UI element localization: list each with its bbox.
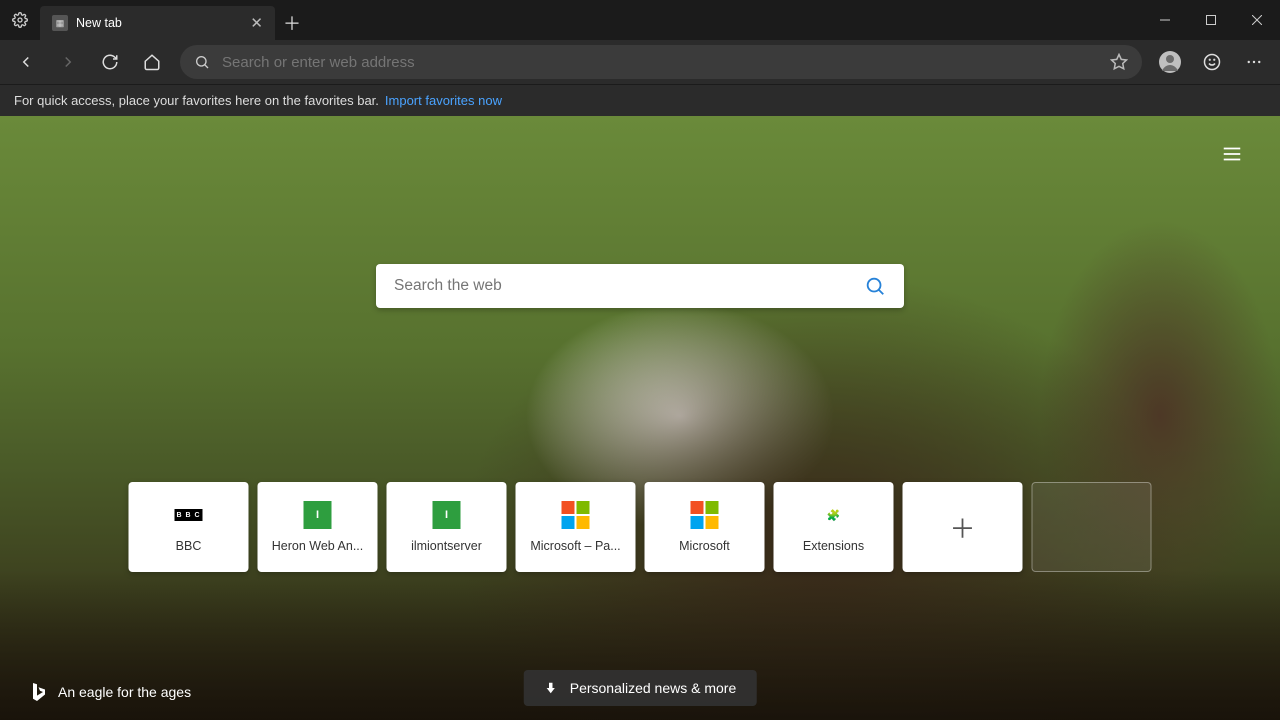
quick-links: B B C BBC I Heron Web An... Iilmiontserver Mi… bbox=[129, 482, 1152, 572]
favorites-bar-text: For quick access, place your favorites h… bbox=[14, 93, 379, 108]
news-button-label: Personalized news & more bbox=[570, 680, 737, 696]
arrow-down-icon bbox=[544, 681, 558, 695]
tab-actions-button[interactable] bbox=[0, 0, 40, 40]
quick-link-tile[interactable]: Microsoft bbox=[645, 482, 765, 572]
window-controls bbox=[1142, 0, 1280, 40]
tile-icon: B B C bbox=[175, 501, 203, 529]
quick-link-tile[interactable]: Iilmiontserver bbox=[387, 482, 507, 572]
quick-link-tile[interactable]: I Heron Web An... bbox=[258, 482, 378, 572]
forward-button[interactable] bbox=[48, 42, 88, 82]
news-expand-button[interactable]: Personalized news & more bbox=[524, 670, 757, 706]
tile-label: Heron Web An... bbox=[272, 539, 364, 553]
close-window-button[interactable] bbox=[1234, 0, 1280, 40]
web-search-icon[interactable] bbox=[864, 275, 886, 297]
image-caption[interactable]: An eagle for the ages bbox=[30, 682, 191, 702]
tile-label: ilmiontserver bbox=[411, 539, 482, 553]
titlebar: ▦ New tab ✕ ＋ bbox=[0, 0, 1280, 40]
import-favorites-link[interactable]: Import favorites now bbox=[385, 93, 502, 108]
address-bar[interactable] bbox=[180, 45, 1142, 79]
toolbar bbox=[0, 40, 1280, 84]
profile-button[interactable] bbox=[1150, 42, 1190, 82]
quick-link-placeholder bbox=[1032, 482, 1152, 572]
quick-link-tile[interactable]: Microsoft – Pa... bbox=[516, 482, 636, 572]
search-icon bbox=[194, 54, 210, 70]
minimize-button[interactable] bbox=[1142, 0, 1188, 40]
quick-link-tile[interactable]: 🧩 Extensions bbox=[774, 482, 894, 572]
tile-icon: I bbox=[304, 501, 332, 529]
tab-favicon: ▦ bbox=[52, 15, 68, 31]
favorite-star-icon[interactable] bbox=[1110, 53, 1128, 71]
plus-icon: ＋ bbox=[949, 513, 977, 541]
favorites-bar: For quick access, place your favorites h… bbox=[0, 84, 1280, 116]
tab-newtab[interactable]: ▦ New tab ✕ bbox=[40, 6, 275, 40]
add-quick-link-button[interactable]: ＋ bbox=[903, 482, 1023, 572]
feedback-button[interactable] bbox=[1192, 42, 1232, 82]
web-search-box[interactable] bbox=[376, 264, 904, 308]
web-search-input[interactable] bbox=[394, 277, 864, 295]
tile-label: Extensions bbox=[803, 539, 864, 553]
tile-label: BBC bbox=[176, 539, 202, 553]
tab-title: New tab bbox=[76, 16, 122, 30]
page-settings-button[interactable] bbox=[1214, 136, 1250, 172]
tile-label: Microsoft bbox=[679, 539, 730, 553]
refresh-button[interactable] bbox=[90, 42, 130, 82]
tile-label: Microsoft – Pa... bbox=[530, 539, 620, 553]
newtab-page: B B C BBC I Heron Web An... Iilmiontserver Mi… bbox=[0, 116, 1280, 720]
new-tab-button[interactable]: ＋ bbox=[275, 6, 309, 40]
tile-icon bbox=[562, 501, 590, 529]
maximize-button[interactable] bbox=[1188, 0, 1234, 40]
tile-icon bbox=[691, 501, 719, 529]
menu-button[interactable] bbox=[1234, 42, 1274, 82]
back-button[interactable] bbox=[6, 42, 46, 82]
tab-close-button[interactable]: ✕ bbox=[250, 14, 263, 32]
quick-link-tile[interactable]: B B C BBC bbox=[129, 482, 249, 572]
home-button[interactable] bbox=[132, 42, 172, 82]
background-image bbox=[0, 116, 1280, 720]
caption-text: An eagle for the ages bbox=[58, 684, 191, 700]
bing-icon bbox=[30, 682, 46, 702]
tile-icon: I bbox=[433, 501, 461, 529]
tile-icon: 🧩 bbox=[820, 501, 848, 529]
address-input[interactable] bbox=[222, 54, 1098, 71]
